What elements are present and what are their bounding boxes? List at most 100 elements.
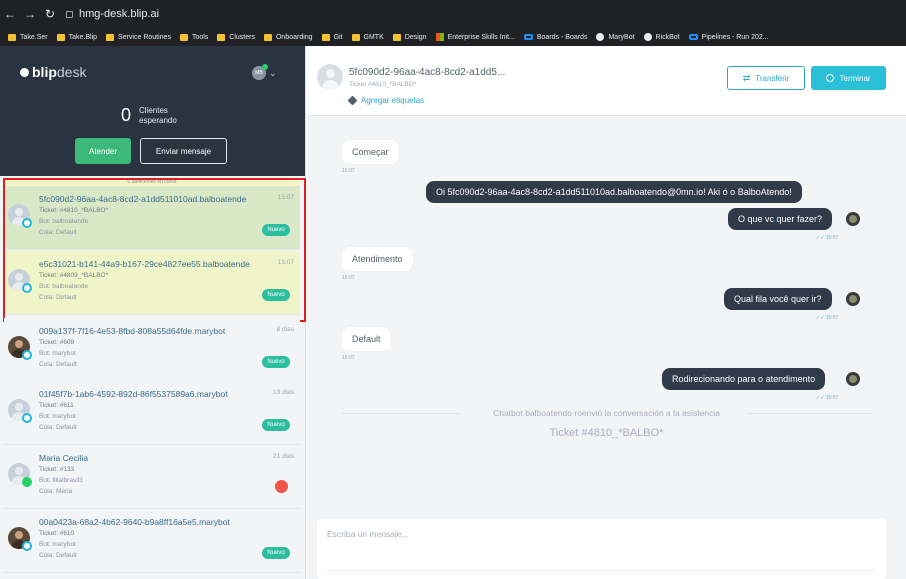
bookmark-onboarding[interactable]: Onboarding bbox=[263, 33, 313, 41]
add-tags-link[interactable]: Agregar etiquetas bbox=[347, 95, 424, 106]
message-input[interactable] bbox=[327, 529, 867, 539]
transfer-arrows-icon: ⇄ bbox=[742, 72, 751, 83]
ticket-number: Ticket: #611 bbox=[39, 402, 74, 409]
chat-header: 5fc090d2-96aa-4ac8-8cd2-a1dd5... Ticket … bbox=[307, 46, 906, 116]
url-text: hmg-desk.blip.ai bbox=[79, 8, 160, 20]
sidebar-header: blip desk MB ⌄ 0 Clientes esperando Atend… bbox=[0, 46, 305, 176]
ticket-subtitle: Ticket #4810_*BALBO* bbox=[349, 81, 417, 88]
ticket-item[interactable]: 00a0423a-68a2-4b62-9640-b9a8ff16a5e5.mar… bbox=[4, 509, 300, 573]
bookmark-boards[interactable]: Boards - Boards bbox=[523, 34, 587, 41]
ticket-sidebar: blip desk MB ⌄ 0 Clientes esperando Atend… bbox=[0, 46, 306, 579]
bookmark-design[interactable]: Design bbox=[392, 33, 427, 41]
bookmark-service-routines[interactable]: Service Routines bbox=[106, 33, 171, 41]
ticket-number: Ticket: #610 bbox=[39, 530, 75, 537]
bot-avatar bbox=[846, 292, 860, 306]
ticket-item[interactable]: 009a137f-7f16-4e53-8fbd-808a55d64fde.mar… bbox=[4, 318, 300, 382]
folder-icon bbox=[263, 33, 272, 41]
bookmark-enterprise-skills[interactable]: Enterprise Skills Init... bbox=[435, 33, 515, 41]
ticket-queue: Cola: Default bbox=[39, 424, 77, 431]
github-icon bbox=[643, 33, 652, 41]
new-badge: Nuevo bbox=[262, 419, 290, 431]
bot-avatar bbox=[846, 372, 860, 386]
microsoft-icon bbox=[435, 33, 444, 41]
bookmark-take-ser[interactable]: Take.Ser bbox=[8, 33, 48, 41]
outgoing-message: O que vc quer fazer? bbox=[728, 208, 833, 230]
message-time: ✓✓ 15:07 bbox=[816, 315, 839, 321]
outgoing-message: Qual fila você quer ir? bbox=[724, 288, 832, 310]
ticket-item[interactable]: Maria Cecilia 21 dias Ticket: #133 Bot: … bbox=[4, 445, 300, 509]
waiting-count: 0 bbox=[121, 105, 132, 125]
ticket-time: 21 dias bbox=[273, 453, 294, 460]
agent-menu[interactable]: MB ⌄ bbox=[252, 64, 277, 80]
chevron-down-icon: ⌄ bbox=[269, 67, 277, 78]
waiting-label: Clientes esperando bbox=[139, 105, 177, 125]
folder-icon bbox=[179, 33, 188, 41]
back-icon[interactable]: ← bbox=[0, 7, 20, 21]
bookmark-rickbot[interactable]: RickBot bbox=[643, 33, 680, 41]
bookmark-gmtk[interactable]: GMTK bbox=[351, 33, 384, 41]
system-message: Chatbot balboatendo roenvió la conversac… bbox=[493, 408, 720, 418]
transfer-button[interactable]: ⇄ Transferir bbox=[727, 66, 805, 90]
agent-avatar: MB bbox=[252, 64, 268, 80]
blip-channel-icon bbox=[22, 350, 32, 360]
blipdesk-logo: blip desk bbox=[20, 64, 86, 80]
bookmark-tools[interactable]: Tools bbox=[179, 33, 208, 41]
ticket-time: 13 dias bbox=[273, 389, 294, 396]
bookmark-pipelines[interactable]: Pipelines - Run 202... bbox=[688, 34, 769, 41]
blip-channel-icon bbox=[22, 541, 32, 551]
chat-panel: 5fc090d2-96aa-4ac8-8cd2-a1dd5... Ticket … bbox=[307, 46, 906, 579]
folder-icon bbox=[321, 33, 330, 41]
folder-icon bbox=[217, 33, 226, 41]
attend-button[interactable]: Atender bbox=[75, 138, 131, 164]
send-message-button[interactable]: Enviar mensaje bbox=[140, 138, 227, 164]
bookmarks-bar: Take.Ser Take.Blip Service Routines Tool… bbox=[0, 28, 906, 46]
folder-icon bbox=[56, 33, 65, 41]
lock-icon bbox=[66, 10, 73, 18]
blip-logo-icon bbox=[20, 67, 29, 77]
ticket-bot: Bot: marybot bbox=[39, 413, 76, 420]
contact-avatar bbox=[317, 64, 343, 90]
address-bar[interactable]: hmg-desk.blip.ai bbox=[66, 8, 159, 20]
incoming-message: Começar bbox=[342, 140, 399, 164]
waiting-clients: 0 Clientes esperando bbox=[121, 105, 189, 126]
ticket-time: 8 dias bbox=[276, 326, 294, 333]
message-time: 15:07 bbox=[342, 275, 355, 281]
divider bbox=[327, 570, 876, 571]
ticket-bot: Bot: marybot bbox=[39, 541, 76, 548]
blip-channel-icon bbox=[22, 413, 32, 423]
new-badge: Nuevo bbox=[262, 547, 290, 559]
ticket-queue: Cola: Default bbox=[39, 361, 77, 368]
ticket-bot: Bot: marybot bbox=[39, 350, 76, 357]
message-time: ✓✓ 15:07 bbox=[816, 235, 839, 241]
folder-icon bbox=[351, 33, 360, 41]
bookmark-marybot[interactable]: MaryBot bbox=[596, 33, 635, 41]
end-button[interactable]: Terminar bbox=[811, 66, 886, 90]
bookmark-take-blip[interactable]: Take.Blip bbox=[56, 33, 97, 41]
whatsapp-channel-icon bbox=[22, 477, 32, 487]
azure-devops-icon bbox=[523, 34, 533, 40]
azure-devops-icon bbox=[688, 34, 698, 40]
bookmark-git[interactable]: Git bbox=[321, 33, 343, 41]
tag-icon bbox=[347, 95, 358, 106]
selection-highlight-frame bbox=[3, 178, 306, 322]
message-time: 15:07 bbox=[342, 355, 355, 361]
incoming-message: Default bbox=[342, 327, 391, 351]
online-status-icon bbox=[262, 64, 268, 70]
outgoing-message: Oi 5fc090d2-96aa-4ac8-8cd2-a1dd511010ad.… bbox=[426, 181, 802, 203]
message-composer bbox=[317, 519, 886, 579]
ticket-queue: Cola: Default bbox=[39, 552, 77, 559]
folder-icon bbox=[8, 33, 16, 41]
message-time: ✓✓ 15:07 bbox=[816, 395, 839, 401]
bot-avatar bbox=[846, 212, 860, 226]
contact-title: 5fc090d2-96aa-4ac8-8cd2-a1dd5... bbox=[349, 67, 506, 78]
bookmark-clusters[interactable]: Clusters bbox=[217, 33, 255, 41]
ticket-contact-id: 00a0423a-68a2-4b62-9640-b9a8ff16a5e5.mar… bbox=[39, 517, 230, 527]
folder-icon bbox=[106, 33, 115, 41]
ticket-number: Ticket: #609 bbox=[39, 339, 75, 346]
folder-icon bbox=[392, 33, 401, 41]
github-icon bbox=[596, 33, 605, 41]
forward-icon[interactable]: → bbox=[20, 7, 40, 21]
outgoing-message: Rodirecionando para o atendimento bbox=[662, 368, 826, 390]
reload-icon[interactable]: ↻ bbox=[40, 7, 60, 21]
ticket-item[interactable]: 01f45f7b-1ab6-4592-892d-86f5537589a6.mar… bbox=[4, 381, 300, 445]
